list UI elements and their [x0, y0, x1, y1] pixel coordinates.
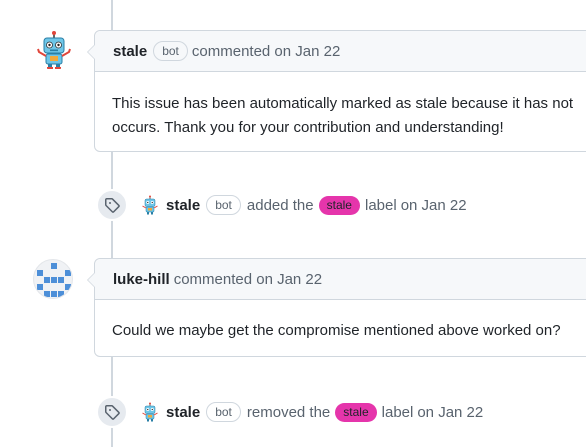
bot-badge: bot	[206, 402, 241, 422]
comment-timestamp[interactable]: commented on Jan 22	[192, 43, 340, 60]
comment-body-line: This issue has been automatically marked…	[112, 95, 574, 112]
user-avatar[interactable]	[33, 259, 73, 299]
comment-body-line: occurs. Thank you for your contribution …	[112, 119, 504, 136]
label-stale[interactable]: stale	[335, 402, 377, 422]
bot-badge: bot	[206, 195, 241, 215]
comment-body-line: Could we maybe get the compromise mentio…	[112, 322, 561, 339]
event-action-text: removed the	[246, 403, 331, 421]
comment-body: Could we maybe get the compromise mentio…	[95, 300, 586, 343]
event-timestamp[interactable]: on Jan 22	[417, 404, 483, 421]
comment-timestamp[interactable]: commented on Jan 22	[174, 271, 322, 288]
tag-icon	[96, 189, 128, 221]
comment-header: stale bot commented on Jan 22	[95, 31, 586, 72]
timeline-event-labeled: stale bot added the stale label on Jan 2…	[96, 189, 467, 221]
comment-card: luke-hill commented on Jan 22 Could we m…	[87, 258, 586, 357]
event-timestamp[interactable]: on Jan 22	[401, 197, 467, 214]
comment-caret-inner	[88, 44, 96, 60]
label-stale-text: stale	[326, 197, 352, 212]
comment-body: This issue has been automatically marked…	[95, 72, 586, 140]
label-stale[interactable]: stale	[318, 195, 360, 215]
timeline-event-unlabeled: stale bot removed the stale label on Jan…	[96, 396, 483, 428]
robot-icon[interactable]	[140, 402, 160, 422]
comment-header: luke-hill commented on Jan 22	[95, 259, 586, 300]
robot-avatar[interactable]	[34, 30, 74, 70]
event-suffix-text: label	[364, 196, 397, 214]
event-action-text: added the	[246, 196, 314, 214]
identicon-icon	[37, 263, 71, 297]
tag-icon	[96, 396, 128, 428]
robot-icon[interactable]	[140, 195, 160, 215]
comment-card: stale bot commented on Jan 22 This issue…	[87, 30, 586, 152]
label-stale-text: stale	[343, 404, 369, 419]
event-author-link[interactable]: stale	[166, 404, 200, 421]
robot-icon	[37, 31, 71, 69]
comment-author-link[interactable]: luke-hill	[113, 271, 170, 288]
comment-author-link[interactable]: stale	[113, 43, 147, 60]
bot-badge: bot	[153, 41, 188, 61]
event-author-link[interactable]: stale	[166, 197, 200, 214]
comment-caret-inner	[88, 272, 96, 288]
event-suffix-text: label	[381, 403, 414, 421]
